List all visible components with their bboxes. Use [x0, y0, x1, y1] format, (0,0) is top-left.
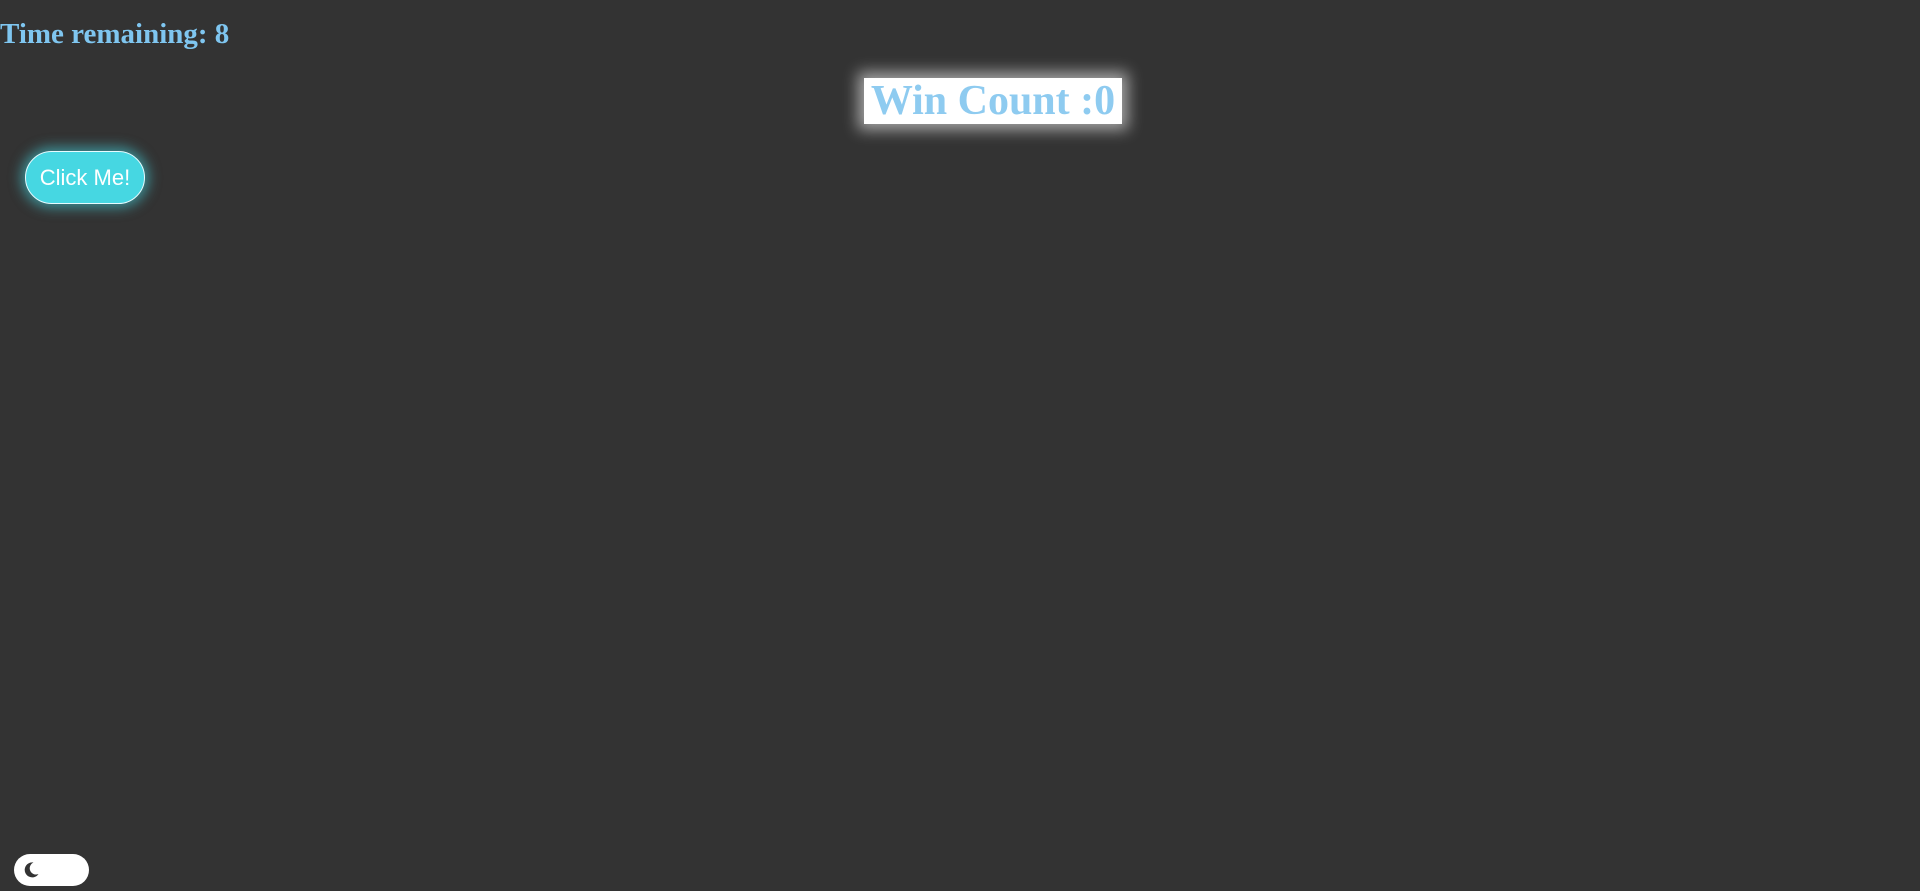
win-count-box: Win Count :0 — [864, 78, 1122, 124]
moon-icon — [24, 862, 39, 878]
theme-toggle[interactable] — [14, 854, 89, 886]
click-me-button[interactable]: Click Me! — [25, 151, 145, 204]
win-count-label: Win Count :0 — [870, 78, 1116, 124]
time-remaining-label: Time remaining: 8 — [0, 18, 230, 50]
